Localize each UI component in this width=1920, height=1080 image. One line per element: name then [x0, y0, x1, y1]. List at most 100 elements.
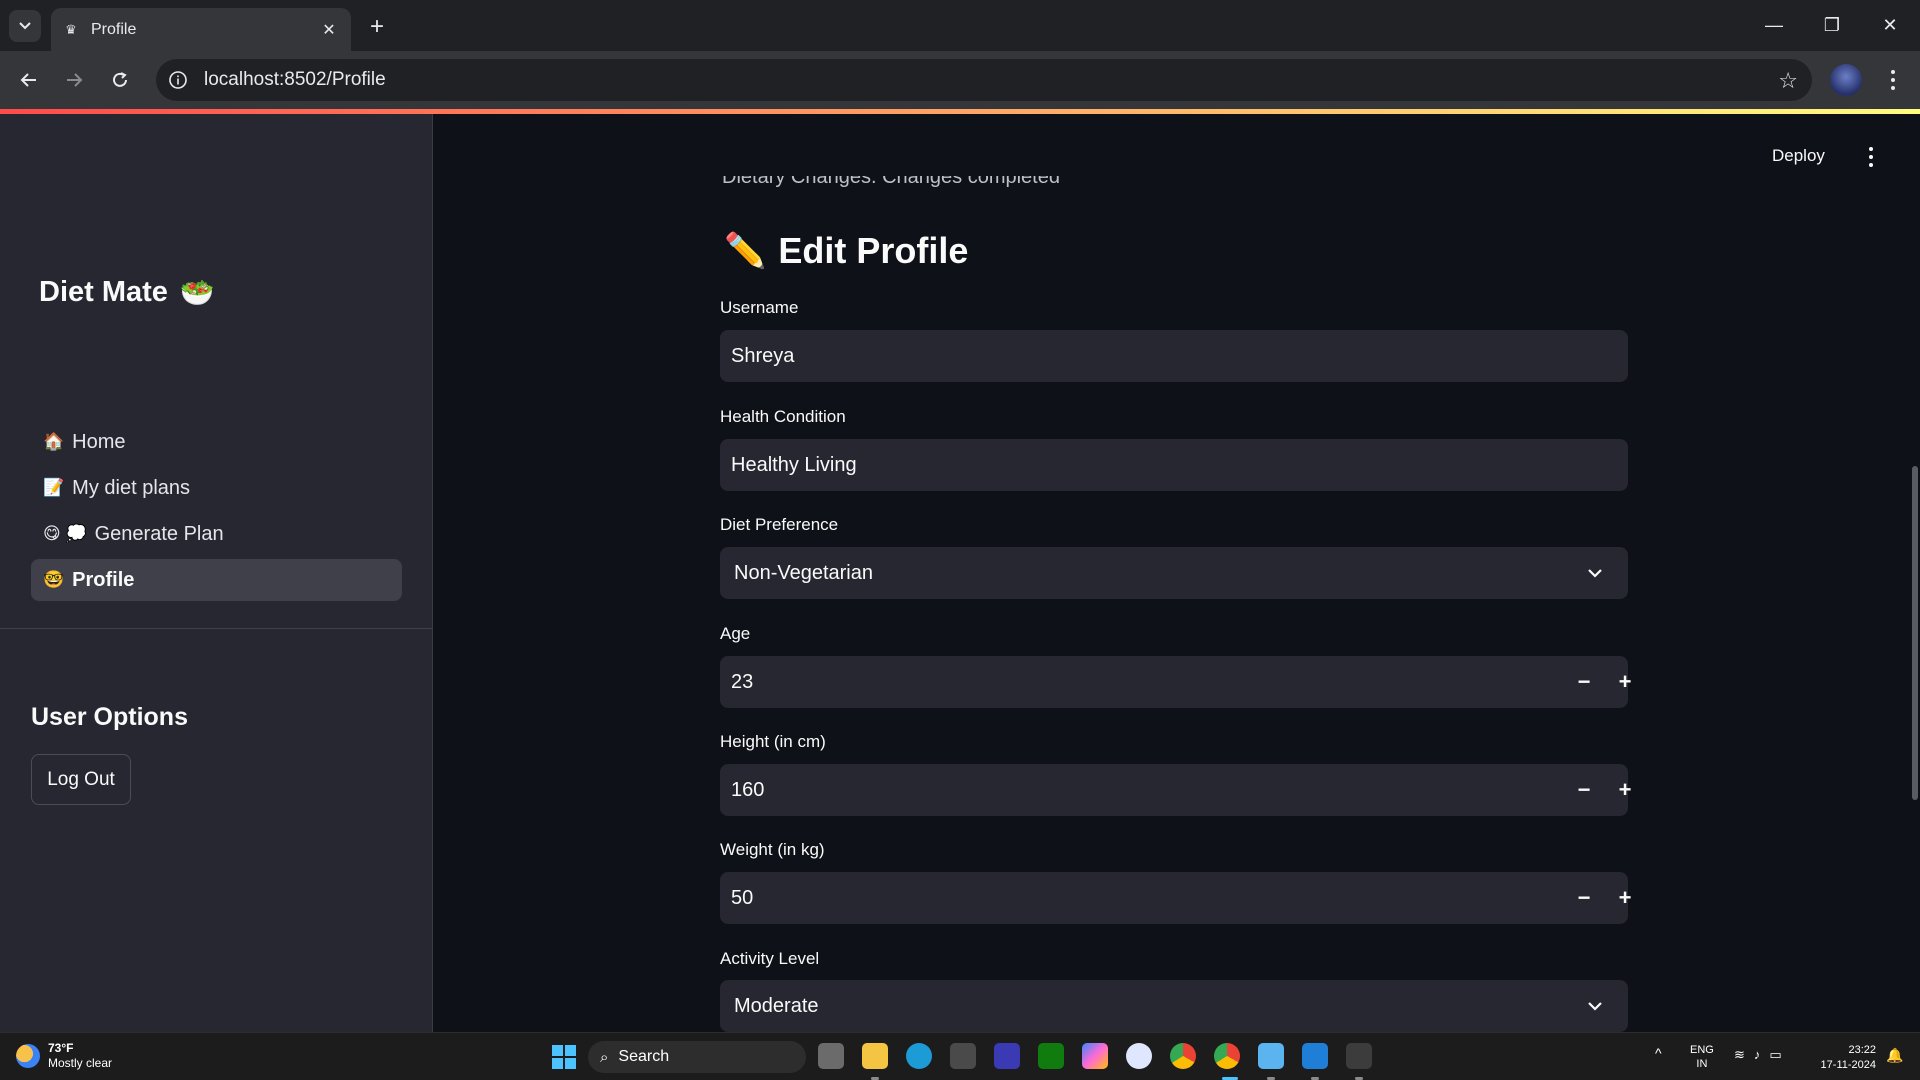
- sidebar-item-label: Generate Plan: [94, 522, 224, 545]
- browser-tab-bar: ♛ Profile ✕ + — ❐ ✕: [0, 0, 1920, 51]
- sidebar-item-generate-plan[interactable]: 😋 💭 Generate Plan: [31, 513, 402, 555]
- vscode-icon[interactable]: [1302, 1043, 1328, 1069]
- height-increment-button[interactable]: +: [1605, 764, 1645, 816]
- health-condition-label: Health Condition: [720, 407, 846, 426]
- site-info-icon[interactable]: [166, 68, 190, 92]
- file-explorer-icon[interactable]: [862, 1043, 888, 1069]
- app-store-icon[interactable]: [1126, 1043, 1152, 1069]
- sidebar-item-my-diet-plans[interactable]: 📝 My diet plans: [31, 467, 402, 509]
- weather-widget[interactable]: 73°F Mostly clear: [16, 1041, 112, 1071]
- chevron-down-icon[interactable]: [1584, 562, 1606, 584]
- activity-level-select[interactable]: Moderate: [720, 980, 1628, 1032]
- system-clock[interactable]: 23:22 17-11-2024: [1812, 1043, 1876, 1073]
- notification-bell-icon[interactable]: 🔔: [1886, 1047, 1903, 1064]
- clipped-status-text: Dietary Changes. Changes completed: [722, 176, 1060, 188]
- input-language[interactable]: ENG IN: [1690, 1043, 1714, 1071]
- windows-start-icon[interactable]: [552, 1045, 576, 1069]
- weight-increment-button[interactable]: +: [1605, 872, 1645, 924]
- chrome-icon[interactable]: [1170, 1043, 1196, 1069]
- minimize-icon[interactable]: —: [1746, 8, 1802, 42]
- chrome-profile-icon[interactable]: [1214, 1043, 1240, 1069]
- deploy-button[interactable]: Deploy: [1772, 146, 1825, 166]
- age-number-input[interactable]: 23 − +: [720, 656, 1631, 708]
- weather-desc: Mostly clear: [48, 1056, 113, 1070]
- sidebar-item-label: My diet plans: [72, 476, 191, 499]
- main-menu-icon[interactable]: [1866, 142, 1876, 172]
- weight-label: Weight (in kg): [720, 840, 825, 859]
- language-code: ENG: [1690, 1044, 1714, 1056]
- region-code: IN: [1696, 1058, 1708, 1070]
- browser-menu-icon[interactable]: [1881, 64, 1905, 96]
- profile-avatar[interactable]: [1830, 64, 1862, 96]
- age-decrement-button[interactable]: −: [1564, 656, 1604, 708]
- diet-preference-select[interactable]: Non-Vegetarian: [720, 547, 1628, 599]
- clock-date: 17-11-2024: [1820, 1059, 1876, 1071]
- copilot-icon[interactable]: [1082, 1043, 1108, 1069]
- weight-value: 50: [731, 886, 754, 909]
- task-view-icon[interactable]: [818, 1043, 844, 1069]
- new-tab-icon[interactable]: +: [363, 13, 391, 41]
- house-icon: 🏠: [43, 432, 65, 451]
- bookmark-star-icon[interactable]: ☆: [1778, 68, 1798, 94]
- activity-level-label: Activity Level: [720, 949, 820, 968]
- restore-icon[interactable]: ❐: [1804, 8, 1860, 42]
- weather-temp: 73°F: [48, 1041, 74, 1055]
- close-window-icon[interactable]: ✕: [1862, 8, 1918, 42]
- browser-tab-active[interactable]: ♛ Profile ✕: [51, 8, 351, 51]
- weight-decrement-button[interactable]: −: [1564, 872, 1604, 924]
- terminal-icon[interactable]: [1346, 1043, 1372, 1069]
- chevron-down-icon[interactable]: [1584, 995, 1606, 1017]
- clock-time: 23:22: [1848, 1044, 1876, 1056]
- nerd-face-icon: 🤓: [43, 570, 65, 589]
- height-value: 160: [731, 778, 765, 801]
- battery-icon: ▭: [1769, 1047, 1782, 1062]
- close-tab-icon[interactable]: ✕: [319, 20, 339, 40]
- yum-thought-icon: 😋 💭: [43, 524, 87, 543]
- taskbar-search[interactable]: ⌕ Search: [588, 1041, 806, 1073]
- edge-browser-icon[interactable]: [906, 1043, 932, 1069]
- crown-favicon-icon: ♛: [65, 21, 77, 37]
- wifi-icon: ≋: [1734, 1047, 1745, 1062]
- volume-icon: ♪: [1753, 1047, 1761, 1062]
- sidebar-item-label: Home: [72, 430, 126, 453]
- height-number-input[interactable]: 160 − +: [720, 764, 1631, 816]
- user-options-title: User Options: [31, 703, 188, 731]
- tab-search-button[interactable]: [9, 10, 41, 42]
- app-brand: Diet Mate 🥗: [39, 276, 215, 309]
- search-icon: ⌕: [600, 1048, 609, 1066]
- moon-weather-icon: [16, 1044, 40, 1068]
- username-input[interactable]: Shreya: [720, 330, 1628, 382]
- sidebar-item-profile[interactable]: 🤓 Profile: [31, 559, 402, 601]
- height-decrement-button[interactable]: −: [1564, 764, 1604, 816]
- reload-icon[interactable]: [104, 64, 136, 96]
- health-condition-input[interactable]: Healthy Living: [720, 439, 1628, 491]
- height-label: Height (in cm): [720, 732, 826, 751]
- age-value: 23: [731, 670, 754, 693]
- diet-preference-value: Non-Vegetarian: [734, 561, 873, 584]
- sidebar-divider: [0, 628, 433, 629]
- quick-settings[interactable]: ≋ ♪ ▭: [1734, 1047, 1782, 1063]
- page-title-text: Edit Profile: [778, 230, 969, 271]
- sidebar-item-label: Profile: [72, 568, 135, 591]
- age-label: Age: [720, 624, 751, 643]
- forward-icon[interactable]: [58, 64, 90, 96]
- app-m-icon[interactable]: [994, 1043, 1020, 1069]
- activity-level-value: Moderate: [734, 994, 819, 1017]
- weight-number-input[interactable]: 50 − +: [720, 872, 1631, 924]
- age-increment-button[interactable]: +: [1605, 656, 1645, 708]
- windows-taskbar: 73°F Mostly clear ⌕ Search ^ ENG IN ≋ ♪ …: [0, 1032, 1920, 1080]
- salad-bowl-icon: 🥗: [179, 277, 215, 308]
- pencil-icon: ✏️: [724, 232, 767, 270]
- notepad-icon[interactable]: [1258, 1043, 1284, 1069]
- browser-toolbar: localhost:8502/Profile ☆: [0, 51, 1920, 109]
- tray-overflow-icon[interactable]: ^: [1655, 1045, 1662, 1061]
- xbox-icon[interactable]: [1038, 1043, 1064, 1069]
- address-bar[interactable]: localhost:8502/Profile ☆: [156, 59, 1812, 101]
- main-scrollbar[interactable]: [1912, 466, 1918, 800]
- sidebar-item-home[interactable]: 🏠 Home: [31, 421, 402, 463]
- username-label: Username: [720, 298, 799, 317]
- settings-hex-icon[interactable]: [950, 1043, 976, 1069]
- page-title: ✏️ Edit Profile: [724, 230, 968, 272]
- back-icon[interactable]: [13, 64, 45, 96]
- logout-button[interactable]: Log Out: [31, 754, 131, 805]
